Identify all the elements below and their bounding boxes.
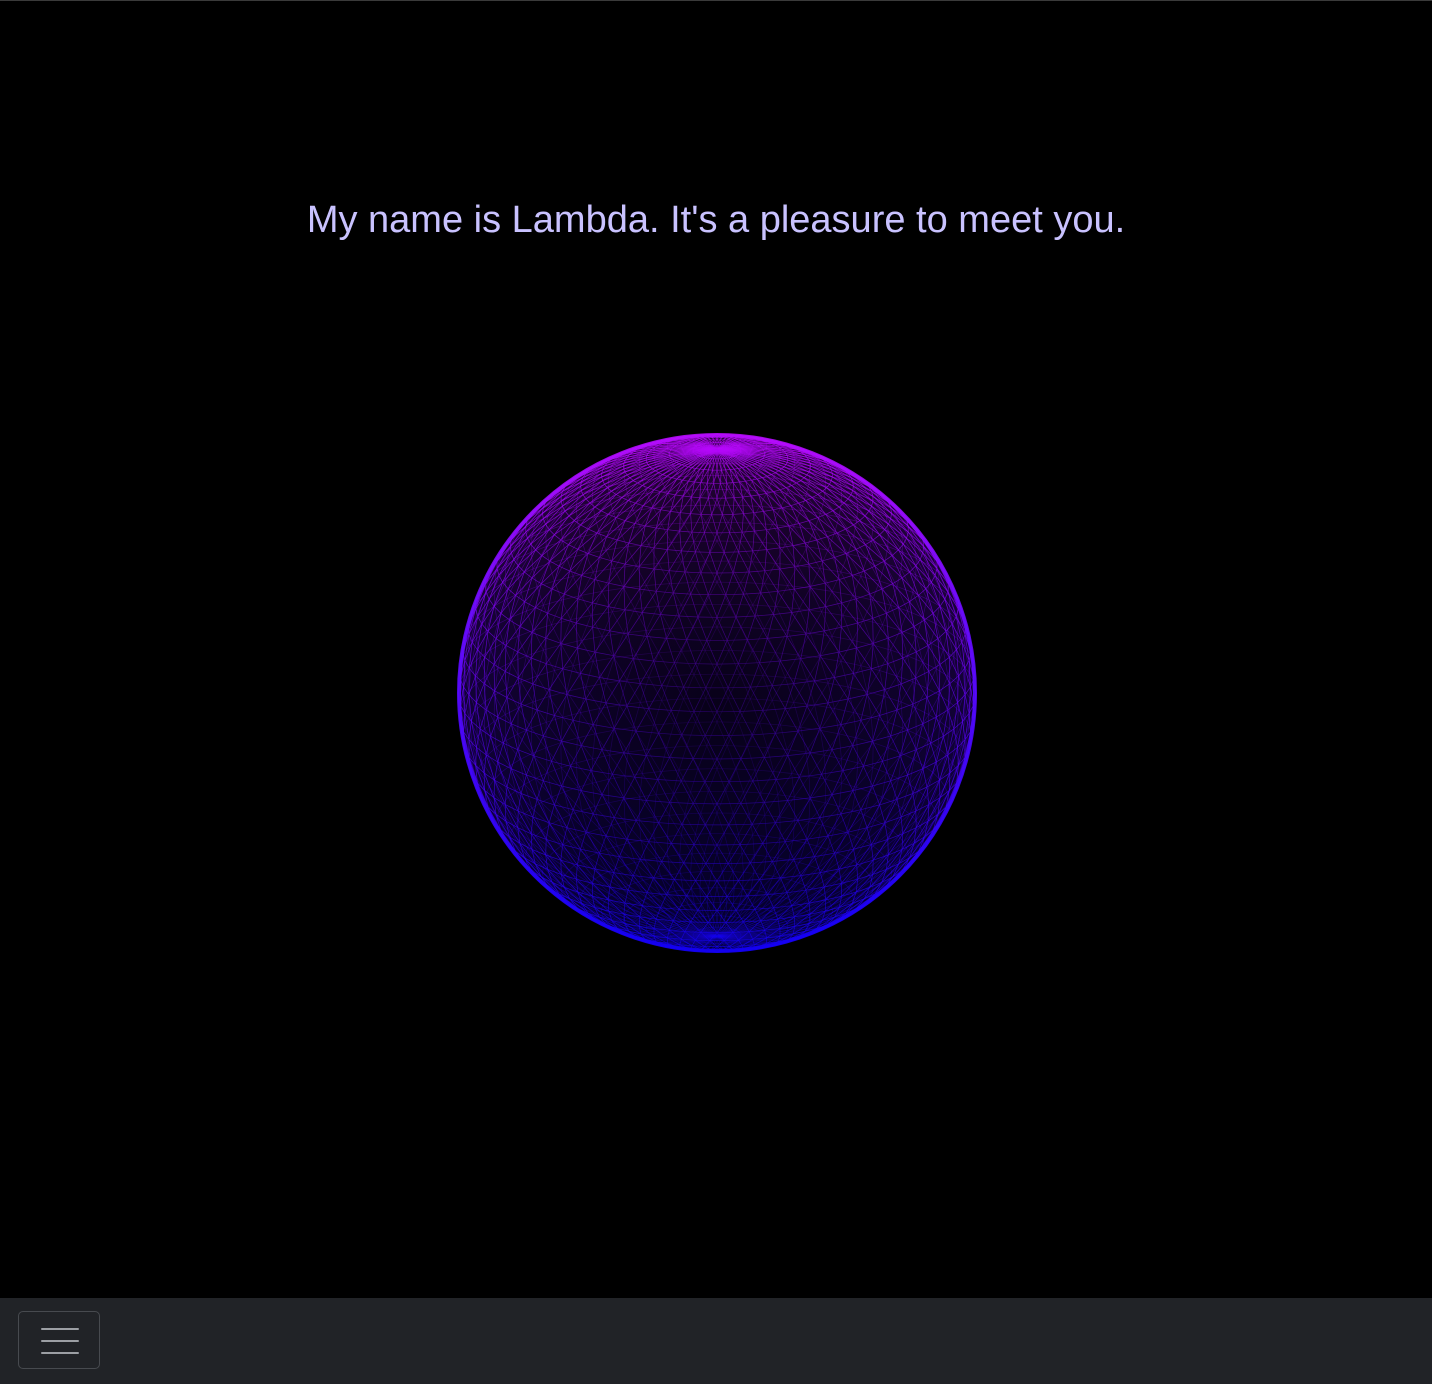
wireframe-sphere-icon (457, 433, 977, 953)
main-canvas: My name is Lambda. It's a pleasure to me… (0, 0, 1432, 1298)
greeting-text: My name is Lambda. It's a pleasure to me… (306, 199, 1126, 241)
orb-container (452, 428, 982, 958)
